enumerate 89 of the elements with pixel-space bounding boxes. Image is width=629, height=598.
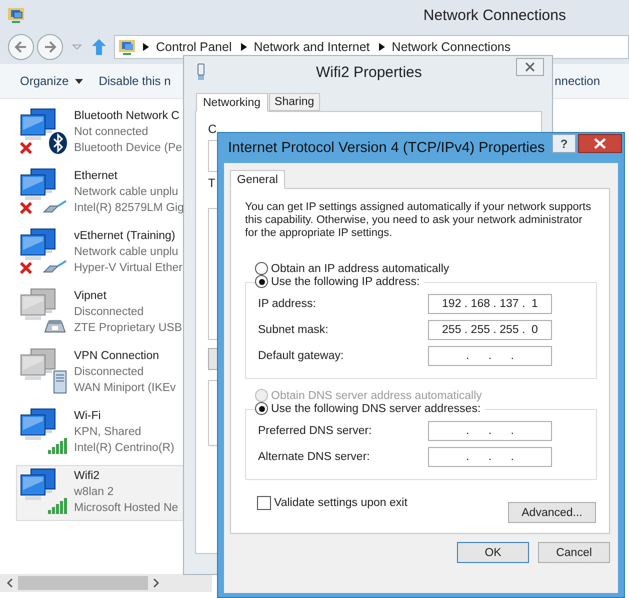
intro-text: You can get IP settings assigned automatically if your network supports this capability. Otherwise, you need to ask your network administrator for the appropriate IP settings.	[245, 201, 592, 240]
field-label: Subnet mask:	[258, 324, 328, 336]
connection-item[interactable]: Bluetooth Network C Not connected Bluetooth Device (Pe	[16, 105, 186, 161]
network-folder-icon	[7, 6, 25, 24]
close-button[interactable]	[578, 134, 622, 153]
cable-icon	[43, 200, 67, 214]
radio-option[interactable]: Use the following IP address:	[255, 275, 424, 288]
back-button[interactable]	[8, 34, 34, 60]
ip-address-field[interactable]: 255 . 255 . 255 . 0	[428, 320, 552, 340]
caret-icon	[74, 78, 83, 84]
close-icon	[594, 138, 606, 149]
device-name: WAN Miniport (IKEv	[74, 381, 176, 396]
connection-status: w8lan 2	[74, 485, 115, 500]
ip-address-field[interactable]: . . .	[428, 346, 552, 366]
connection-name: Bluetooth Network C	[74, 109, 180, 124]
ip-address-field[interactable]: . . .	[428, 421, 552, 441]
scroll-thumb[interactable]	[18, 576, 148, 590]
field-label: IP address:	[258, 298, 316, 310]
horizontal-scrollbar[interactable]	[0, 574, 212, 592]
forward-arrow-icon	[42, 39, 58, 55]
connection-item[interactable]: Ethernet Network cable unplu Intel(R) 82579LM Gig	[16, 165, 186, 221]
toolbar-button[interactable]: Organize	[12, 72, 91, 90]
radio-option[interactable]: Obtain an IP address automatically	[255, 262, 597, 275]
signal-icon	[47, 438, 67, 454]
network-folder-icon	[118, 38, 136, 56]
chevron-icon	[240, 43, 247, 51]
ip-address-field[interactable]: . . .	[428, 447, 552, 467]
bluetooth-icon	[49, 132, 67, 154]
device-name: Intel(R) 82579LM Gig	[74, 201, 184, 216]
window-title: Network Connections	[423, 6, 566, 24]
signal-icon	[47, 498, 67, 514]
toolbar-button[interactable]: nnection	[554, 74, 600, 88]
connection-status: KPN, Shared	[74, 425, 142, 440]
radio-option[interactable]: Use the following DNS server addresses:	[255, 402, 485, 415]
dialog-title: Wifi2 Properties	[316, 64, 422, 80]
connection-status: Network cable unplu	[74, 245, 180, 260]
cancel-button[interactable]: Cancel	[538, 542, 610, 563]
connection-name: Wi-Fi	[74, 409, 102, 424]
connection-status: Disconnected	[74, 365, 145, 380]
adapter-icon	[196, 63, 206, 81]
breadcrumb[interactable]: Network and Internet	[254, 40, 370, 54]
tab[interactable]: Sharing	[268, 93, 320, 111]
advanced-button[interactable]: Advanced...	[508, 502, 596, 523]
connection-name: Vipnet	[74, 289, 108, 304]
ok-button[interactable]: OK	[457, 542, 529, 563]
server-icon	[53, 370, 67, 394]
breadcrumb[interactable]: Network Connections	[392, 40, 511, 54]
connection-item[interactable]: vEthernet (Training) Network cable unplu Hyper-V Virtual Ether	[16, 225, 186, 281]
connection-name: VPN Connection	[74, 349, 160, 364]
toolbar-button[interactable]: Disable this n	[90, 72, 179, 90]
connection-status: Disconnected	[74, 305, 145, 320]
scroll-left-icon[interactable]	[6, 578, 14, 588]
connection-name: Wifi2	[74, 469, 101, 484]
field-label: C	[208, 122, 217, 136]
list-label: T	[208, 176, 216, 190]
field-label: Default gateway:	[258, 350, 344, 362]
close-button[interactable]	[516, 58, 544, 76]
tab[interactable]: Networking	[196, 93, 268, 112]
back-arrow-icon	[13, 39, 29, 55]
forward-button[interactable]	[37, 34, 63, 60]
breadcrumb[interactable]: Control Panel	[156, 40, 232, 54]
field-label: Alternate DNS server:	[258, 451, 370, 463]
device-name: Microsoft Hosted Ne	[74, 501, 178, 516]
chevron-icon	[378, 43, 385, 51]
connection-item[interactable]: Wi-Fi KPN, Shared Intel(R) Centrino(R)	[16, 405, 186, 461]
device-name: Bluetooth Device (Pe	[74, 141, 182, 156]
chevron-icon	[143, 43, 149, 51]
help-button[interactable]: ?	[552, 134, 576, 153]
connection-item[interactable]: Wifi2 w8lan 2 Microsoft Hosted Ne	[16, 465, 186, 521]
validate-checkbox[interactable]: Validate settings upon exit	[257, 496, 408, 510]
connection-item[interactable]: VPN Connection Disconnected WAN Miniport (IKEv	[16, 345, 186, 401]
phone-icon	[43, 318, 67, 334]
ip-address-field[interactable]: 192 . 168 . 137 . 1	[428, 294, 552, 314]
dropdown-icon[interactable]	[72, 44, 82, 50]
connection-status: Not connected	[74, 125, 150, 140]
connection-status: Network cable unplu	[74, 185, 180, 200]
device-name: Intel(R) Centrino(R)	[74, 441, 174, 456]
tab[interactable]: General	[230, 170, 285, 189]
device-name: ZTE Proprietary USB	[74, 321, 182, 336]
connection-name: Ethernet	[74, 169, 118, 184]
device-name: Hyper-V Virtual Ether	[74, 261, 182, 276]
close-icon	[525, 62, 535, 72]
dialog-title: Internet Protocol Version 4 (TCP/IPv4) Properties	[228, 140, 545, 156]
connection-item[interactable]: Vipnet Disconnected ZTE Proprietary USB	[16, 285, 186, 341]
cable-icon	[43, 260, 67, 274]
scroll-right-icon[interactable]	[152, 578, 160, 588]
field-label: Preferred DNS server:	[258, 425, 372, 437]
connection-name: vEthernet (Training)	[74, 229, 176, 244]
up-arrow-icon[interactable]	[91, 38, 107, 56]
